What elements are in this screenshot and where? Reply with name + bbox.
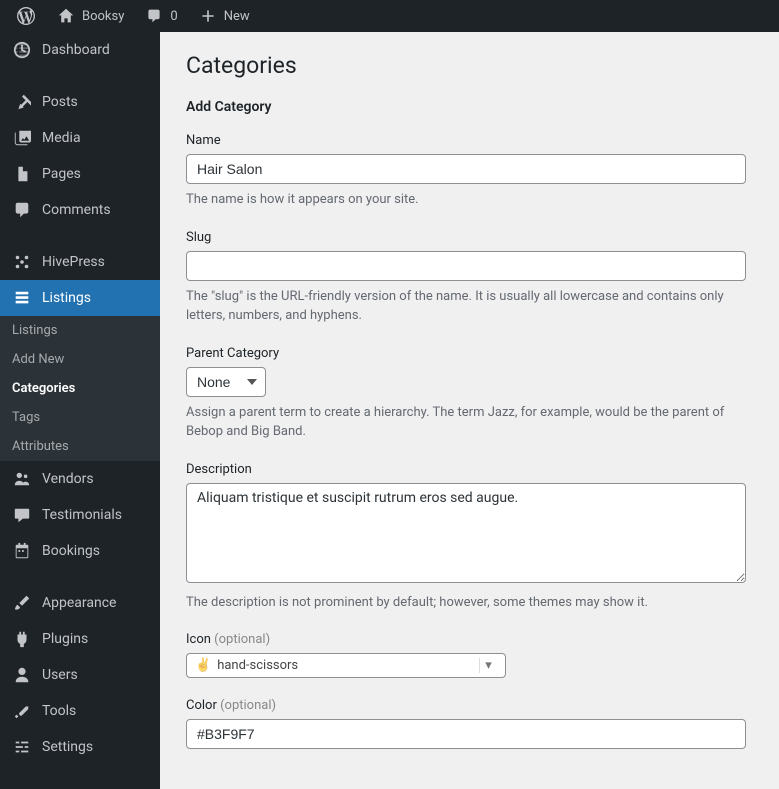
icon-label: Icon (optional)	[186, 632, 746, 647]
home-icon	[56, 6, 76, 26]
hand-scissors-icon: ✌	[195, 658, 211, 673]
dashboard-icon	[12, 40, 32, 60]
icon-value: hand-scissors	[217, 658, 479, 673]
submenu-attributes[interactable]: Attributes	[0, 432, 160, 461]
slug-input[interactable]	[186, 251, 746, 281]
menu-dashboard[interactable]: Dashboard	[0, 32, 160, 68]
color-label: Color (optional)	[186, 698, 746, 713]
submenu-tags[interactable]: Tags	[0, 403, 160, 432]
vendors-icon	[12, 469, 32, 489]
site-name-item[interactable]: Booksy	[48, 6, 132, 26]
pushpin-icon	[12, 92, 32, 112]
main-content: Categories Add Category Name The name is…	[160, 32, 779, 789]
wordpress-icon	[16, 6, 36, 26]
name-help: The name is how it appears on your site.	[186, 190, 746, 210]
name-input[interactable]	[186, 154, 746, 184]
field-color: Color (optional)	[186, 698, 746, 749]
new-content-item[interactable]: New	[190, 6, 258, 26]
calendar-icon	[12, 541, 32, 561]
menu-settings[interactable]: Settings	[0, 729, 160, 765]
plugin-icon	[12, 629, 32, 649]
section-heading: Add Category	[186, 99, 746, 115]
menu-comments[interactable]: Comments	[0, 192, 160, 228]
menu-hivepress[interactable]: HivePress	[0, 244, 160, 280]
listings-submenu: Listings Add New Categories Tags Attribu…	[0, 316, 160, 461]
wrench-icon	[12, 701, 32, 721]
color-input[interactable]	[186, 719, 746, 749]
testimonials-icon	[12, 505, 32, 525]
field-parent: Parent Category None Assign a parent ter…	[186, 346, 746, 442]
field-name: Name The name is how it appears on your …	[186, 133, 746, 210]
menu-users[interactable]: Users	[0, 657, 160, 693]
menu-pages[interactable]: Pages	[0, 156, 160, 192]
field-slug: Slug The "slug" is the URL-friendly vers…	[186, 230, 746, 326]
wp-logo-item[interactable]	[8, 6, 44, 26]
field-description: Description The description is not promi…	[186, 462, 746, 613]
menu-tools[interactable]: Tools	[0, 693, 160, 729]
menu-plugins[interactable]: Plugins	[0, 621, 160, 657]
chevron-down-icon: ▾	[479, 658, 497, 673]
menu-vendors[interactable]: Vendors	[0, 461, 160, 497]
name-label: Name	[186, 133, 746, 148]
menu-testimonials[interactable]: Testimonials	[0, 497, 160, 533]
comments-count: 0	[170, 9, 177, 24]
parent-label: Parent Category	[186, 346, 746, 361]
menu-posts[interactable]: Posts	[0, 84, 160, 120]
menu-media[interactable]: Media	[0, 120, 160, 156]
slug-label: Slug	[186, 230, 746, 245]
icon-combobox[interactable]: ✌ hand-scissors ▾	[186, 653, 506, 678]
comment-icon	[12, 200, 32, 220]
menu-appearance[interactable]: Appearance	[0, 585, 160, 621]
brush-icon	[12, 593, 32, 613]
page-title: Categories	[186, 52, 753, 79]
submenu-add-new[interactable]: Add New	[0, 345, 160, 374]
comments-bubble-item[interactable]: 0	[136, 6, 185, 26]
description-textarea[interactable]	[186, 483, 746, 583]
menu-listings[interactable]: Listings	[0, 280, 160, 316]
submenu-categories[interactable]: Categories	[0, 374, 160, 403]
admin-sidebar: Dashboard Posts Media Pages Comments Hiv…	[0, 32, 160, 789]
site-name: Booksy	[82, 9, 124, 24]
hivepress-icon	[12, 252, 32, 272]
submenu-listings[interactable]: Listings	[0, 316, 160, 345]
admin-toolbar: Booksy 0 New	[0, 0, 779, 32]
plus-icon	[198, 6, 218, 26]
comment-icon	[144, 6, 164, 26]
parent-select[interactable]: None	[186, 367, 266, 397]
user-icon	[12, 665, 32, 685]
description-help: The description is not prominent by defa…	[186, 593, 746, 613]
slug-help: The "slug" is the URL-friendly version o…	[186, 287, 746, 326]
parent-help: Assign a parent term to create a hierarc…	[186, 403, 746, 442]
listings-icon	[12, 288, 32, 308]
page-icon	[12, 164, 32, 184]
new-label: New	[224, 9, 250, 24]
field-icon: Icon (optional) ✌ hand-scissors ▾	[186, 632, 746, 678]
menu-bookings[interactable]: Bookings	[0, 533, 160, 569]
description-label: Description	[186, 462, 746, 477]
media-icon	[12, 128, 32, 148]
sliders-icon	[12, 737, 32, 757]
